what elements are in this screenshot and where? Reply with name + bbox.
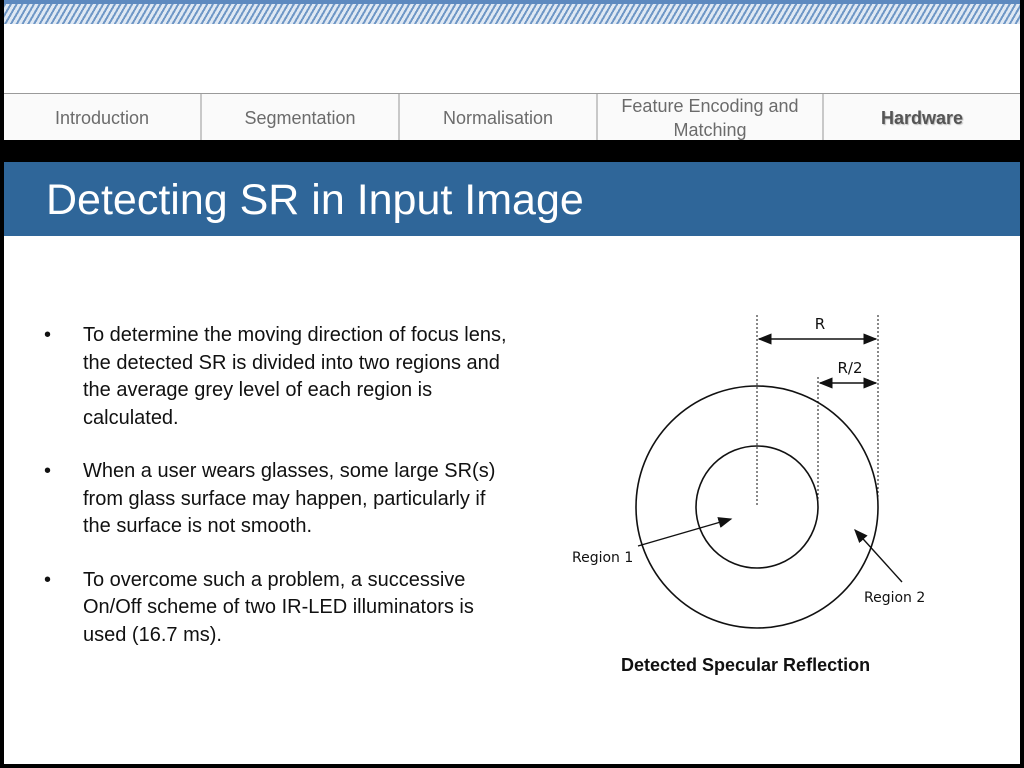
label-region2: Region 2 [864,590,925,606]
bullet-item: • To overcome such a problem, a successiv… [44,567,514,650]
divider-band [4,140,1020,162]
section-nav: Introduction Segmentation Normalisation … [4,93,1020,142]
region1-arrow [637,517,733,547]
tab-feature-encoding[interactable]: Feature Encoding and Matching [598,94,824,141]
tab-introduction[interactable]: Introduction [4,94,202,141]
label-region1: Region 1 [572,550,633,566]
label-r: R [815,315,825,333]
tab-segmentation[interactable]: Segmentation [202,94,400,141]
bullet-text: When a user wears glasses, some large SR… [83,460,496,537]
bullet-list: • To determine the moving direction of fo… [44,322,514,675]
region2-arrow [854,528,903,583]
tab-normalisation[interactable]: Normalisation [400,94,598,141]
bullet-text: To overcome such a problem, a successive… [83,568,474,646]
specular-reflection-diagram: R R/2 Region 1 Region 2 [572,315,925,629]
slide-canvas: Introduction Segmentation Normalisation … [4,0,1020,764]
bullet-item: • When a user wears glasses, some large S… [44,458,514,541]
bullet-dot: • [44,460,52,482]
slide: Introduction Segmentation Normalisation … [0,0,1024,768]
top-decorative-stripe [4,0,1020,24]
bullet-text: To determine the moving direction of foc… [83,324,507,429]
bullet-item: • To determine the moving direction of fo… [44,322,514,432]
figure-caption: Detected Specular Reflection [621,655,871,675]
bullet-dot: • [44,568,52,591]
bullet-dot: • [44,324,52,346]
slide-title: Detecting SR in Input Image [46,176,584,224]
label-r-half: R/2 [837,359,862,377]
tab-hardware[interactable]: Hardware [824,94,1020,141]
